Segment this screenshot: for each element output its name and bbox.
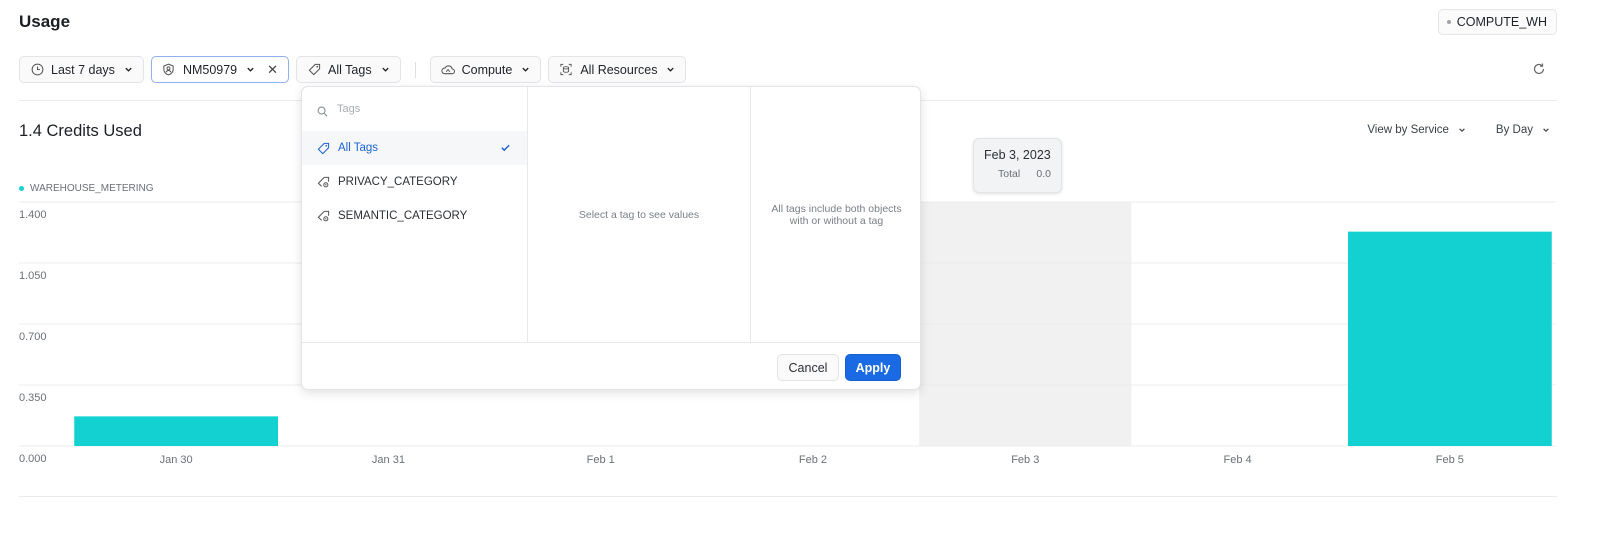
tag-item-privacy-category[interactable]: PRIVACY_CATEGORY	[302, 165, 527, 199]
tag-settings-icon	[317, 210, 330, 223]
tag-info-text: All tags include both objects with or wi…	[771, 202, 902, 227]
tag-list-column: All Tags PRIVACY_CATEGORY SEMANTIC_CATEG…	[302, 87, 528, 342]
x-tick-label: Feb 2	[799, 454, 827, 466]
search-icon	[317, 104, 328, 116]
tag-settings-icon	[317, 176, 330, 189]
tag-search	[302, 87, 527, 131]
tag-item-semantic-category[interactable]: SEMANTIC_CATEGORY	[302, 199, 527, 233]
tooltip-date: Feb 3, 2023	[984, 148, 1051, 162]
apply-button[interactable]: Apply	[845, 354, 901, 381]
tag-values-column: Select a tag to see values	[528, 87, 751, 342]
tag-item-label: SEMANTIC_CATEGORY	[338, 210, 468, 222]
tag-search-input[interactable]	[337, 103, 507, 115]
tag-item-all-tags[interactable]: All Tags	[302, 131, 527, 165]
tag-info-column: All tags include both objects with or wi…	[751, 87, 920, 342]
y-tick-label: 0.350	[19, 392, 47, 404]
x-tick-label: Jan 31	[372, 454, 405, 466]
tag-popup-footer: Cancel Apply	[302, 342, 920, 389]
bar	[74, 416, 279, 446]
tag-item-label: PRIVACY_CATEGORY	[338, 176, 458, 188]
y-tick-label: 0.000	[19, 453, 47, 465]
bar	[1347, 231, 1552, 446]
y-tick-label: 0.700	[19, 331, 47, 343]
chart-bottom-divider	[19, 496, 1557, 497]
x-tick-label: Feb 1	[587, 454, 615, 466]
y-tick-label: 1.050	[19, 270, 47, 282]
tag-item-label: All Tags	[338, 142, 379, 154]
tag-filter-popup: All Tags PRIVACY_CATEGORY SEMANTIC_CATEG…	[301, 86, 921, 390]
x-tick-label: Feb 5	[1436, 454, 1464, 466]
tag-icon	[317, 142, 330, 155]
x-tick-label: Jan 30	[160, 454, 193, 466]
x-tick-label: Feb 3	[1011, 454, 1039, 466]
checkmark-icon	[500, 142, 511, 153]
tooltip-total-label: Total	[998, 168, 1021, 180]
cancel-button[interactable]: Cancel	[777, 354, 839, 381]
chart-tooltip: Feb 3, 2023 Total 0.0	[973, 138, 1062, 193]
y-tick-label: 1.400	[19, 209, 47, 221]
tag-values-empty-text: Select a tag to see values	[578, 208, 700, 221]
x-tick-label: Feb 4	[1224, 454, 1252, 466]
tooltip-total-value: 0.0	[1036, 168, 1051, 180]
